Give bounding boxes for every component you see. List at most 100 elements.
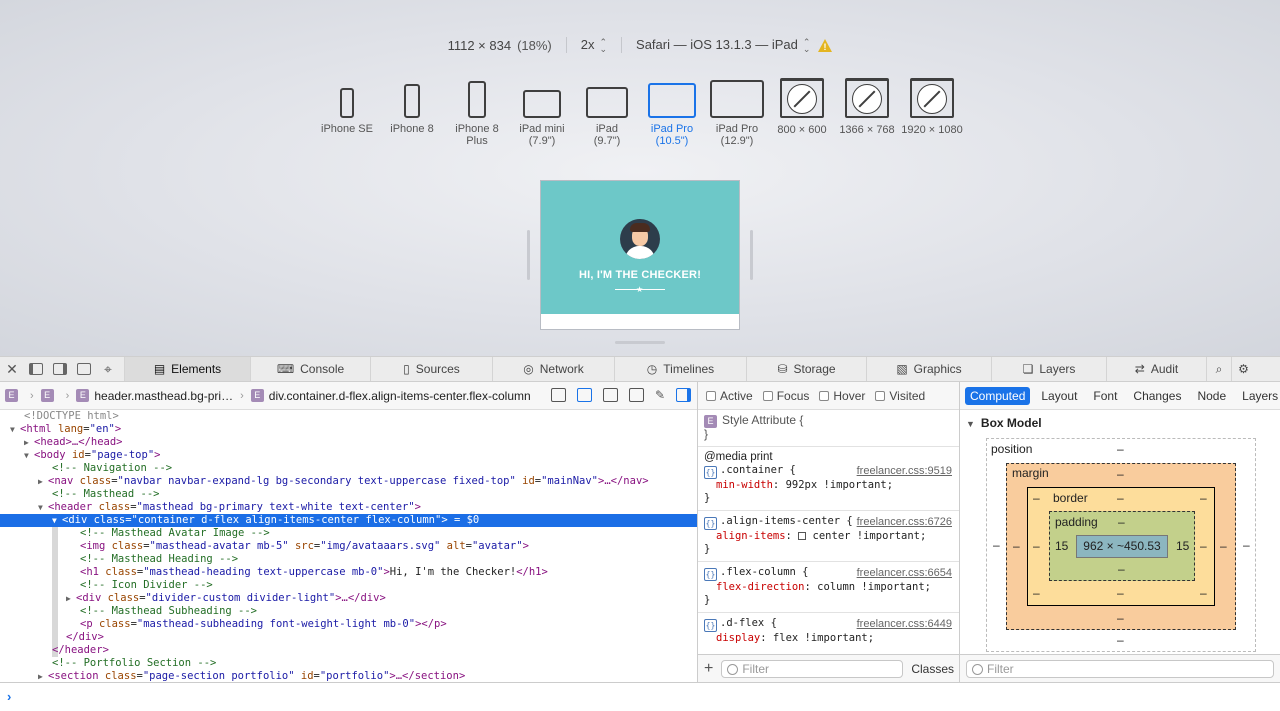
css-rule[interactable]: {} .flex-column { freelancer.css:6654 fle…: [698, 562, 959, 613]
margin-left-value[interactable]: –: [1013, 539, 1020, 553]
dom-node[interactable]: <!-- Portfolio Section -->: [0, 657, 697, 670]
dom-node[interactable]: ▼ <header class="masthead bg-primary text…: [0, 501, 697, 514]
dom-node[interactable]: <!-- Masthead -->: [0, 488, 697, 501]
tab-network[interactable]: ◎ Network: [492, 357, 614, 381]
styles-filter-input[interactable]: Filter: [721, 659, 904, 678]
device-800x600[interactable]: 800 × 600: [770, 78, 834, 136]
breadcrumb-item-div[interactable]: div.container.d-flex.align-items-center.…: [269, 389, 531, 403]
warning-icon[interactable]: !: [818, 38, 833, 52]
rule-source-link[interactable]: freelancer.css:6654: [857, 567, 952, 580]
gear-icon[interactable]: ⚙: [1231, 357, 1255, 381]
layout-grid-icon[interactable]: [550, 388, 566, 402]
css-property[interactable]: align-items: [704, 530, 786, 542]
dom-node[interactable]: </header>: [0, 644, 697, 657]
computed-filter-input[interactable]: Filter: [966, 659, 1274, 678]
dom-node[interactable]: ▼ <body id="page-top">: [0, 449, 697, 462]
position-left-value[interactable]: –: [993, 538, 1000, 552]
css-rule[interactable]: {} .align-items-center { freelancer.css:6…: [698, 511, 959, 562]
margin-top-value[interactable]: –: [1117, 467, 1124, 481]
dom-node[interactable]: <!DOCTYPE html>: [0, 410, 697, 423]
dock-right-icon[interactable]: [48, 357, 72, 381]
tab-graphics[interactable]: ▧ Graphics: [866, 357, 991, 381]
grid-icon[interactable]: [628, 388, 644, 402]
pseudo-hover-checkbox[interactable]: Hover: [819, 389, 865, 403]
tab-font[interactable]: Font: [1088, 387, 1122, 405]
search-icon[interactable]: ⌕: [1206, 357, 1231, 381]
tab-computed[interactable]: Computed: [965, 386, 1031, 405]
pseudo-visited-checkbox[interactable]: Visited: [875, 389, 925, 403]
margin-right-value[interactable]: –: [1220, 539, 1227, 553]
border-bottom-value[interactable]: –: [1117, 586, 1124, 600]
tab-audit[interactable]: ⇄ Audit: [1106, 357, 1206, 381]
tab-console[interactable]: ⌨ Console: [250, 357, 370, 381]
position-right-value[interactable]: –: [1243, 538, 1250, 552]
tab-changes[interactable]: Changes: [1128, 387, 1186, 405]
dom-node[interactable]: <!-- Masthead Heading -->: [0, 553, 697, 566]
dom-node[interactable]: </div>: [0, 631, 697, 644]
classes-button[interactable]: Classes: [911, 662, 954, 676]
dom-node[interactable]: ▶ <section class="page-section portfolio"…: [0, 670, 697, 682]
css-value[interactable]: 992px !important: [786, 479, 887, 491]
rule-source-link[interactable]: freelancer.css:6726: [857, 516, 952, 529]
dom-node[interactable]: ▼ <html lang="en">: [0, 423, 697, 436]
dom-node-selected[interactable]: ▼ <div class="container d-flex align-item…: [0, 514, 697, 527]
box-model-header[interactable]: ▼ Box Model: [960, 410, 1280, 436]
content-box[interactable]: 962 × ~450.53: [1076, 535, 1168, 558]
tab-timelines[interactable]: ◷ Timelines: [614, 357, 746, 381]
css-property[interactable]: flex-direction: [704, 581, 805, 593]
dom-node[interactable]: <!-- Masthead Subheading -->: [0, 605, 697, 618]
css-value[interactable]: center !important: [813, 530, 920, 542]
screenshot-icon[interactable]: [602, 388, 618, 402]
css-value[interactable]: column !important: [817, 581, 924, 593]
padding-left-value[interactable]: 15: [1055, 539, 1068, 553]
css-property[interactable]: min-width: [704, 479, 773, 491]
resize-handle-bottom[interactable]: [615, 341, 665, 344]
user-agent-select[interactable]: Safari — iOS 13.1.3 — iPad ⌃ ⌄: [636, 37, 810, 53]
dom-node[interactable]: ▶ <div class="divider-custom divider-ligh…: [0, 592, 697, 605]
scale-select[interactable]: 2x ⌃ ⌄: [581, 37, 607, 53]
dom-tree[interactable]: <!DOCTYPE html> ▼ <html lang="en"> ▶ <head…: [0, 410, 697, 682]
detach-window-icon[interactable]: [72, 357, 96, 381]
tab-node[interactable]: Node: [1192, 387, 1231, 405]
close-icon[interactable]: ✕: [0, 357, 24, 381]
breadcrumb-item-header[interactable]: header.masthead.bg-pri…: [94, 389, 233, 403]
position-bottom-value[interactable]: –: [1117, 633, 1124, 647]
device-iphone-se[interactable]: iPhone SE: [315, 78, 379, 135]
pseudo-active-checkbox[interactable]: Active: [706, 389, 753, 403]
device-ipad-mini[interactable]: iPad mini (7.9"): [510, 78, 574, 147]
padding-right-value[interactable]: 15: [1176, 539, 1189, 553]
device-ipad-pro-10-5[interactable]: iPad Pro (10.5"): [640, 78, 704, 147]
css-rule[interactable]: {} .d-flex { freelancer.css:6449 display:…: [698, 613, 959, 650]
add-rule-icon[interactable]: +: [704, 660, 713, 678]
dom-node[interactable]: <h1 class="masthead-heading text-upperca…: [0, 566, 697, 579]
dom-node[interactable]: <img class="masthead-avatar mb-5" src="i…: [0, 540, 697, 553]
device-preview[interactable]: HI, I'M THE CHECKER! ★: [540, 180, 740, 330]
print-icon[interactable]: [576, 388, 592, 402]
tab-elements[interactable]: ▤ Elements: [124, 357, 250, 381]
pencil-icon[interactable]: ✎: [655, 388, 665, 402]
dom-node[interactable]: <!-- Masthead Avatar Image -->: [0, 527, 697, 540]
padding-bottom-value[interactable]: –: [1118, 562, 1125, 576]
tab-sources[interactable]: ▯ Sources: [370, 357, 492, 381]
resize-handle-left[interactable]: [527, 230, 530, 280]
border-left-value[interactable]: –: [1033, 539, 1040, 553]
resize-handle-right[interactable]: [750, 230, 753, 280]
dom-node[interactable]: <!-- Icon Divider -->: [0, 579, 697, 592]
css-rule[interactable]: @media print {} .container { freelancer.c…: [698, 447, 959, 511]
viewport-dimensions[interactable]: 1112 × 834: [448, 38, 512, 53]
margin-bottom-value[interactable]: –: [1117, 611, 1124, 625]
device-iphone-8[interactable]: iPhone 8: [380, 78, 444, 135]
device-iphone-8-plus[interactable]: iPhone 8 Plus: [445, 78, 509, 147]
tab-storage[interactable]: ⛁ Storage: [746, 357, 866, 381]
flex-editor-icon[interactable]: [798, 532, 807, 540]
rule-source-link[interactable]: freelancer.css:9519: [857, 465, 952, 478]
border-top-value[interactable]: –: [1117, 491, 1124, 505]
css-value[interactable]: flex !important: [773, 632, 868, 644]
device-ipad-pro-12-9[interactable]: iPad Pro (12.9"): [705, 78, 769, 147]
crosshair-icon[interactable]: ⌖: [96, 357, 120, 381]
toggle-sidebar-icon[interactable]: [676, 388, 691, 402]
dom-node[interactable]: <!-- Navigation -->: [0, 462, 697, 475]
device-1920x1080[interactable]: 1920 × 1080: [900, 78, 964, 136]
tab-layers-sidebar[interactable]: Layers: [1237, 387, 1280, 405]
rule-source-link[interactable]: freelancer.css:6449: [857, 618, 952, 631]
